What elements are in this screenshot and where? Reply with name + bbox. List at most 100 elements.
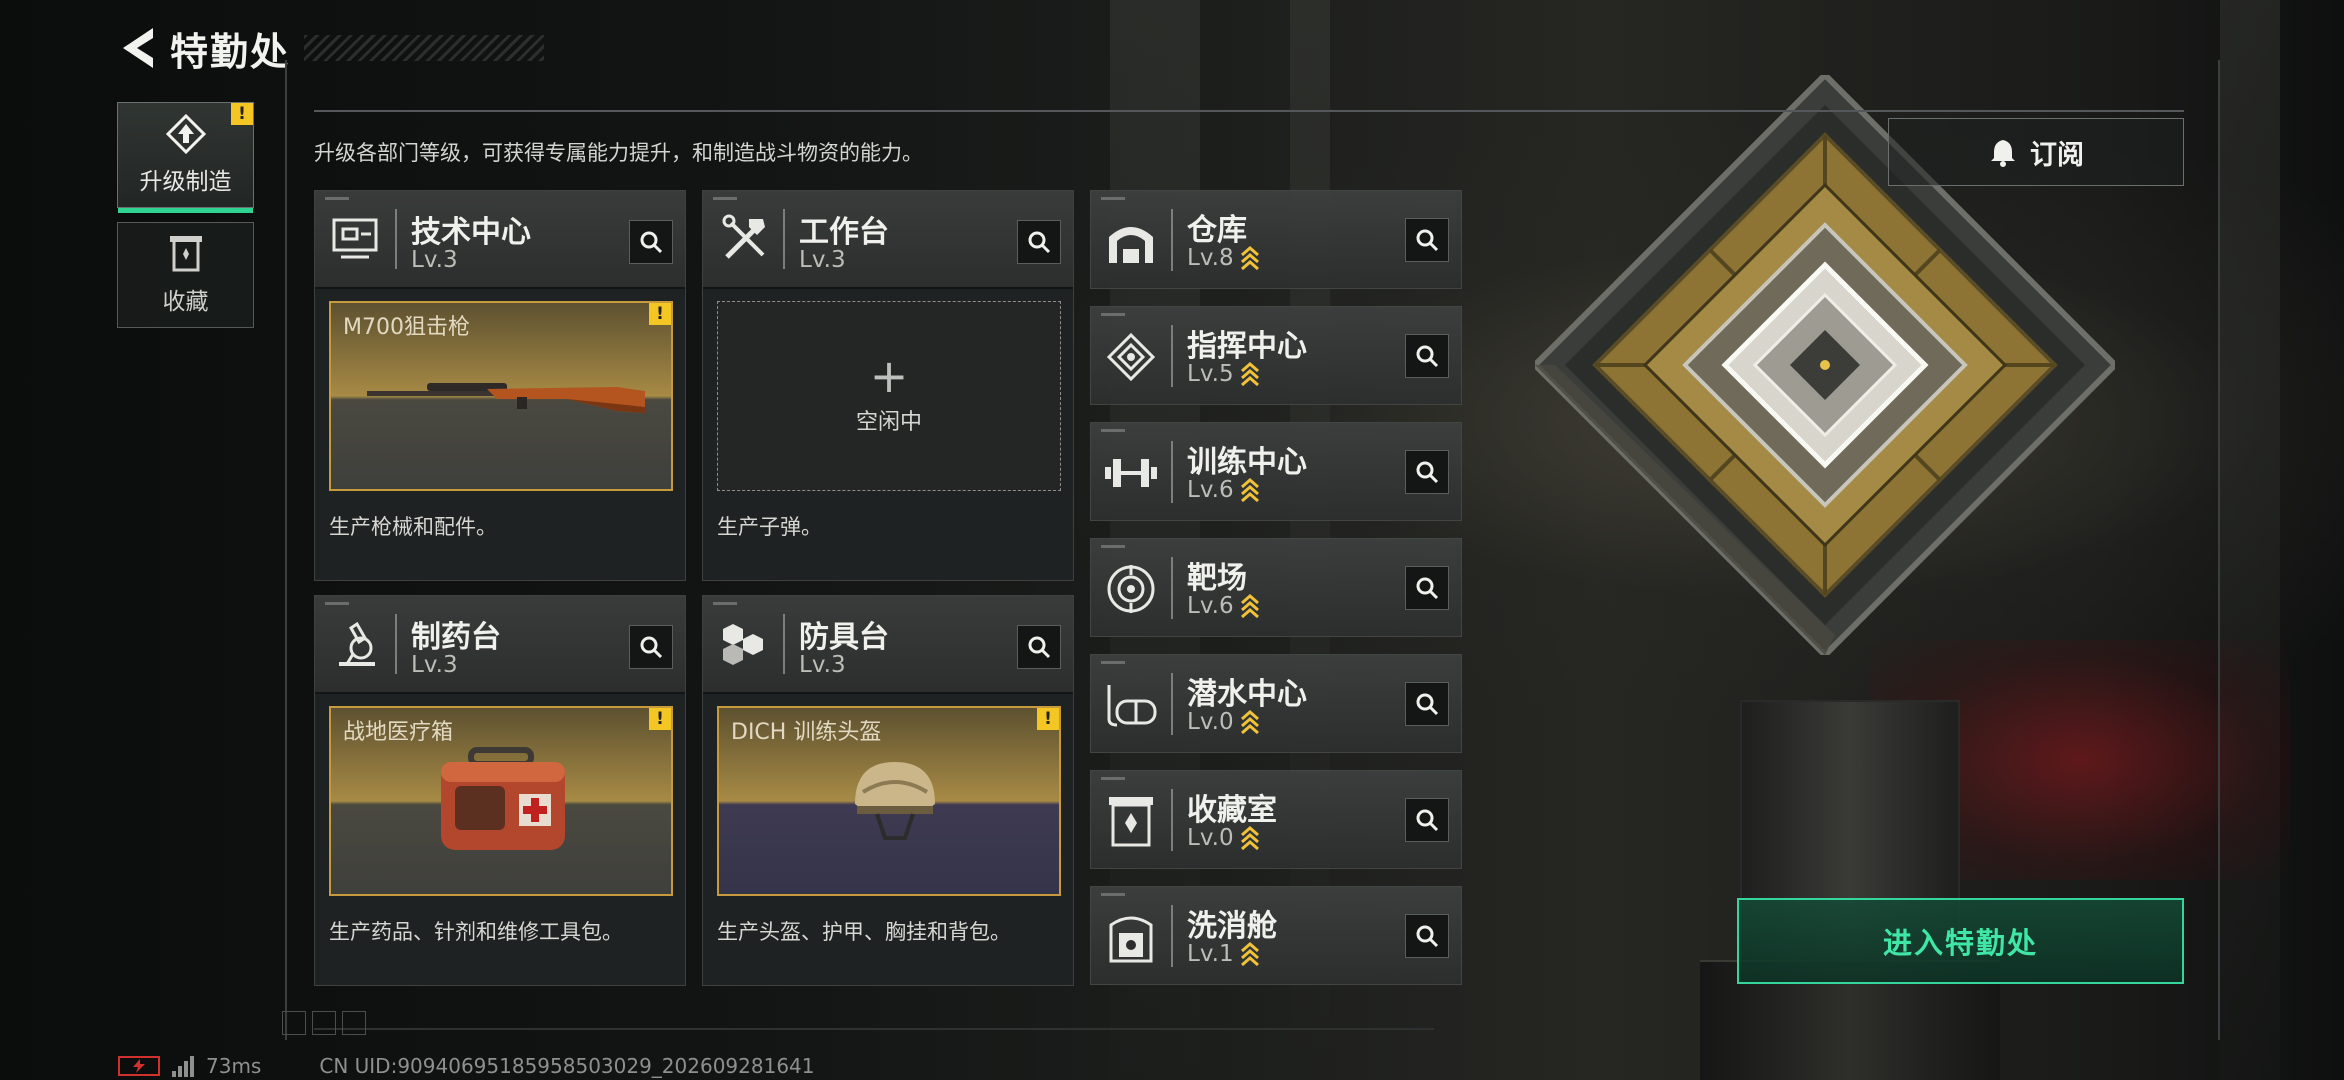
workshop-card-workbench[interactable]: 工作台 Lv.3 + 空闲中 生产子弹。 [702,190,1074,581]
pharmacy-icon [329,616,385,672]
facility-card-training-center[interactable]: 训练中心 Lv.6 [1090,422,1462,521]
search-button[interactable] [629,220,673,264]
back-arrow-icon[interactable] [118,25,160,71]
alert-badge: ! [649,708,671,730]
upgrade-chevron-icon [1240,942,1259,967]
level-row: Lv.0 [1187,709,1260,735]
card-level: Lv.5 [1187,361,1234,387]
nav-tab-label: 升级制造 [139,169,232,195]
search-button[interactable] [1405,682,1449,726]
card-level: Lv.0 [1187,709,1234,735]
card-name: 技术中心 [411,215,531,250]
facility-card-collection-room[interactable]: 收藏室 Lv.0 [1090,770,1462,869]
production-slot[interactable]: 战地医疗箱 ! [329,706,673,896]
production-slot[interactable]: DICH 训练头盔 ! [717,706,1061,896]
battery-low-icon [118,1056,160,1076]
card-level: Lv.3 [411,247,458,273]
card-name: 仓库 [1187,213,1247,248]
search-icon [1028,636,1051,659]
card-separator [1171,441,1173,503]
card-separator [1171,905,1173,967]
nav-tab-collection[interactable]: 收藏 [117,222,254,328]
frame-line-right [2218,60,2220,1040]
facility-card-decontamination[interactable]: 洗消舱 Lv.1 [1090,886,1462,985]
title-decoration [304,35,545,61]
card-level: Lv.6 [1187,477,1234,503]
app-root: { "header": {"title": "特勤处", "back_icon"… [0,0,2344,1080]
card-separator [1171,557,1173,619]
card-name: 洗消舱 [1187,909,1277,944]
card-separator [783,614,785,674]
card-tick [1101,429,1125,432]
card-separator [395,209,397,269]
card-body: + 空闲中 生产子弹。 [703,289,1073,580]
side-nav: 升级制造 ! 收藏 [117,102,254,342]
card-separator [1171,673,1173,735]
page-title: 特勤处 [170,29,291,74]
warehouse-icon [1101,211,1161,271]
search-button[interactable] [1405,218,1449,262]
user-uid: CN UID:9094069518595850302​9_20260928164… [319,1054,815,1078]
workshop-card-tech-center[interactable]: 技术中心 Lv.3 M700狙击枪 ! 生产枪械和配件。 [314,190,686,581]
level-row: Lv.6 [1187,477,1260,503]
search-button[interactable] [1405,566,1449,610]
search-button[interactable] [1017,625,1061,669]
facility-card-diving-center[interactable]: 潜水中心 Lv.0 [1090,654,1462,753]
search-button[interactable] [1405,798,1449,842]
slot-item-name: DICH 训练头盔 [731,720,882,745]
workbench-icon [717,211,773,267]
level-row: Lv.1 [1187,941,1260,967]
card-tick [1101,313,1125,316]
training-center-icon [1101,443,1161,503]
card-level: Lv.1 [1187,941,1234,967]
facility-card-command-center[interactable]: 指挥中心 Lv.5 [1090,306,1462,405]
enter-special-ops-button[interactable]: 进入特勤处 [1737,898,2184,984]
idle-slot[interactable]: + 空闲中 [717,301,1061,491]
search-button[interactable] [629,625,673,669]
card-name: 潜水中心 [1187,677,1307,712]
upgrade-icon [165,114,206,154]
subscribe-button[interactable]: 订阅 [1888,118,2184,186]
subscribe-label: 订阅 [2030,139,2084,171]
search-button[interactable] [1405,914,1449,958]
command-center-icon [1101,327,1161,387]
bell-icon [1991,140,2015,167]
facility-card-warehouse[interactable]: 仓库 Lv.8 [1090,190,1462,289]
workshop-card-armor-bench[interactable]: 防具台 Lv.3 DICH 训练头盔 ! 生产头盔、护甲、胸挂和背包。 [702,595,1074,986]
search-icon [1416,925,1439,948]
upgrade-chevron-icon [1240,478,1259,503]
level-row: Lv.8 [1187,245,1260,271]
slot-item-name: 战地医疗箱 [343,720,454,745]
nav-tab-upgrade[interactable]: 升级制造 ! [117,102,254,213]
card-name: 防具台 [799,620,889,655]
card-description: 生产药品、针剂和维修工具包。 [329,920,623,944]
search-button[interactable] [1405,450,1449,494]
card-separator [1171,325,1173,387]
nav-tab-label: 收藏 [162,289,209,315]
facility-card-shooting-range[interactable]: 靶场 Lv.6 [1090,538,1462,637]
upgrade-chevron-icon [1240,362,1259,387]
level-row: Lv.0 [1187,825,1260,851]
frame-decoration [282,1011,372,1035]
card-tick [1101,661,1125,664]
card-tick [713,197,737,200]
card-level: Lv.0 [1187,825,1234,851]
search-button[interactable] [1017,220,1061,264]
card-tick [713,602,737,605]
card-description: 生产枪械和配件。 [329,515,497,539]
card-separator [783,209,785,269]
enter-button-label: 进入特勤处 [1882,926,2038,960]
page-description: 升级各部门等级，可获得专属能力提升，和制造战斗物资的能力。 [314,141,923,165]
alert-badge: ! [231,103,253,125]
card-tick [1101,893,1125,896]
card-name: 训练中心 [1187,445,1307,480]
diving-center-icon [1101,675,1161,735]
workshop-card-pharmacy[interactable]: 制药台 Lv.3 战地医疗箱 ! 生产药品、针剂和维修工具包。 [314,595,686,986]
frame-line-top [314,110,2184,112]
card-name: 指挥中心 [1187,329,1307,364]
card-body: M700狙击枪 ! 生产枪械和配件。 [315,289,685,580]
search-icon [1416,229,1439,252]
production-slot[interactable]: M700狙击枪 ! [329,301,673,491]
search-button[interactable] [1405,334,1449,378]
add-production-icon: + [869,349,909,403]
